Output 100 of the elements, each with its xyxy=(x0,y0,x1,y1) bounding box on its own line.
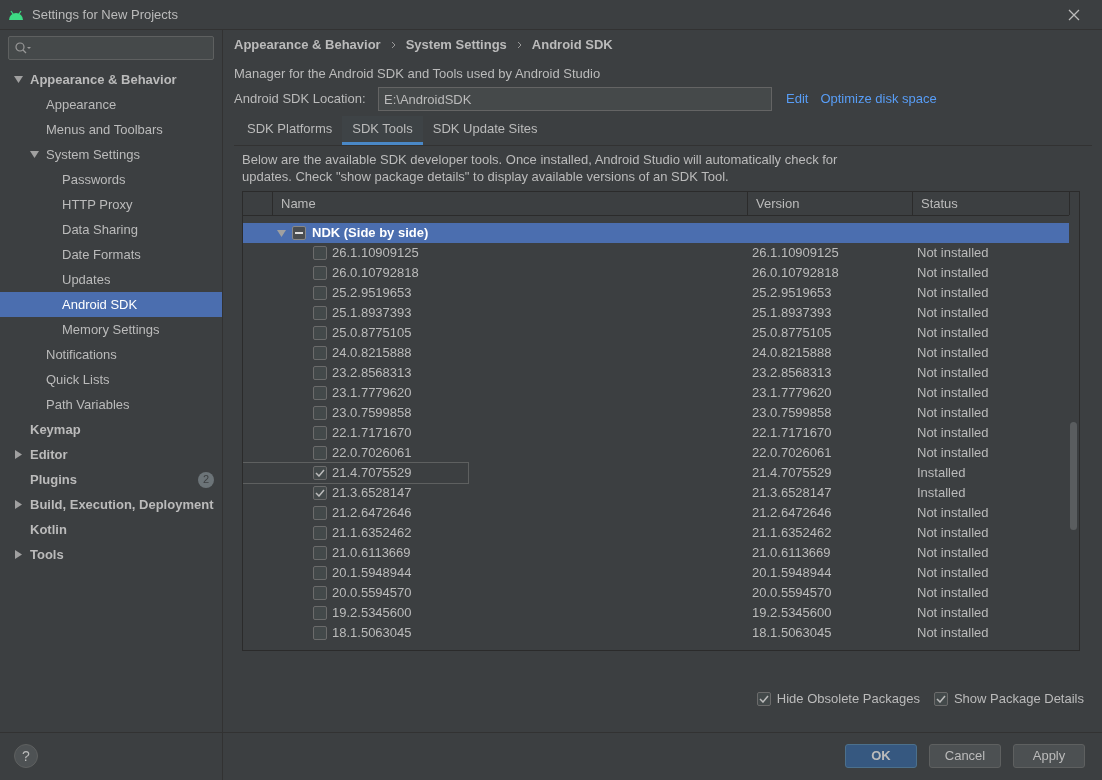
sidebar-item[interactable]: Kotlin xyxy=(0,517,222,542)
dialog-button[interactable]: Apply xyxy=(1013,744,1085,768)
sidebar-item[interactable]: Memory Settings xyxy=(0,317,222,342)
sidebar-item[interactable]: Appearance & Behavior xyxy=(0,67,222,92)
table-cell-text: 21.0.6113669 xyxy=(751,544,832,563)
checkbox[interactable] xyxy=(933,692,948,706)
sidebar-item[interactable]: Appearance xyxy=(0,92,222,117)
checkbox[interactable] xyxy=(313,326,327,340)
table-cell-text: 19.2.5345600 xyxy=(751,604,833,623)
dialog-button[interactable]: OK xyxy=(845,744,917,768)
table-cell-text: Installed xyxy=(916,484,967,503)
checkbox[interactable] xyxy=(313,546,327,560)
checkbox[interactable] xyxy=(313,586,327,600)
table-cell-text: 25.1.8937393 xyxy=(751,304,833,323)
checkbox[interactable] xyxy=(313,386,327,400)
table-cell-text: 20.1.5948944 xyxy=(751,564,833,583)
close-icon[interactable] xyxy=(1068,8,1080,21)
table-cell-text: Not installed xyxy=(916,304,990,323)
table-cell-text: Not installed xyxy=(916,624,990,643)
table-cell-text: 18.1.5063045 xyxy=(751,624,833,643)
link[interactable]: Edit xyxy=(786,89,809,109)
sidebar-item[interactable]: Quick Lists xyxy=(0,367,222,392)
checkbox[interactable] xyxy=(313,426,327,440)
table-cell-text: 22.0.7026061 xyxy=(751,444,833,463)
breadcrumb-item[interactable]: System Settings xyxy=(405,35,507,55)
android-logo-icon xyxy=(8,8,24,21)
checkbox[interactable] xyxy=(292,226,306,240)
column-header[interactable]: Name xyxy=(273,192,748,215)
tab[interactable]: SDK Tools xyxy=(342,116,423,145)
sidebar-item[interactable]: Keymap xyxy=(0,417,222,442)
sidebar-item[interactable]: Date Formats xyxy=(0,242,222,267)
checkbox-label: Show Package Details xyxy=(953,690,1084,709)
sidebar-item[interactable]: Build, Execution, Deployment xyxy=(0,492,222,517)
table-cell-text: Not installed xyxy=(916,584,990,603)
collapse-arrow-icon[interactable] xyxy=(14,550,23,559)
sidebar-item[interactable]: Tools xyxy=(0,542,222,567)
column-header[interactable]: Version xyxy=(748,192,913,215)
checkbox[interactable] xyxy=(313,506,327,520)
checkbox[interactable] xyxy=(313,606,327,620)
checkbox[interactable] xyxy=(313,266,327,280)
tab[interactable]: SDK Platforms xyxy=(237,116,343,145)
checkbox[interactable] xyxy=(313,366,327,380)
sidebar-item[interactable]: Updates xyxy=(0,267,222,292)
sidebar-item[interactable]: Menus and Toolbars xyxy=(0,117,222,142)
table-cell-text: 21.4.7075529 xyxy=(332,464,412,483)
table-cell-text: Not installed xyxy=(916,344,990,363)
table-cell-text: 23.2.8568313 xyxy=(332,364,412,383)
table-row[interactable]: NDK (Side by side) xyxy=(243,223,1069,243)
table-cell-text: 23.1.7779620 xyxy=(332,384,412,403)
sidebar-item[interactable]: System Settings xyxy=(0,142,222,167)
checkbox[interactable] xyxy=(313,446,327,460)
sidebar-item[interactable]: Notifications xyxy=(0,342,222,367)
dialog-button[interactable]: Cancel xyxy=(929,744,1001,768)
checkbox[interactable] xyxy=(313,626,327,640)
table-cell-text: Not installed xyxy=(916,424,990,443)
table-cell-text: 21.2.6472646 xyxy=(751,504,833,523)
checkmark-icon xyxy=(758,695,769,703)
link[interactable]: Optimize disk space xyxy=(820,89,937,109)
sidebar-item[interactable]: HTTP Proxy xyxy=(0,192,222,217)
checkbox[interactable] xyxy=(313,486,327,500)
location-field[interactable]: E:\AndroidSDK xyxy=(378,87,772,111)
table-cell-text: 21.1.6352462 xyxy=(332,524,412,543)
sidebar-item[interactable]: Passwords xyxy=(0,167,222,192)
column-header[interactable]: Status xyxy=(913,192,1070,215)
sidebar-item[interactable]: Android SDK xyxy=(0,292,222,317)
table-cell-text: 25.2.9519653 xyxy=(332,284,412,303)
checkbox[interactable] xyxy=(313,526,327,540)
table-cell-text: Not installed xyxy=(916,244,990,263)
table-cell-text: Not installed xyxy=(916,504,990,523)
collapse-arrow-icon[interactable] xyxy=(14,500,23,509)
checkbox[interactable] xyxy=(313,346,327,360)
sidebar-item[interactable]: Editor xyxy=(0,442,222,467)
checkbox[interactable] xyxy=(313,406,327,420)
checkbox[interactable] xyxy=(313,566,327,580)
table-cell-text: 26.0.10792818 xyxy=(332,264,419,283)
expand-arrow-icon[interactable] xyxy=(30,150,39,159)
table-cell-text: 26.1.10909125 xyxy=(332,244,419,263)
table-cell-text: 25.0.8775105 xyxy=(751,324,833,343)
expand-arrow-icon[interactable] xyxy=(14,75,23,84)
checkbox[interactable] xyxy=(313,466,327,480)
checkbox[interactable] xyxy=(313,286,327,300)
table-cell-text: 22.0.7026061 xyxy=(332,444,412,463)
checkbox[interactable] xyxy=(313,306,327,320)
sidebar-item[interactable]: Path Variables xyxy=(0,392,222,417)
table-cell-text: 21.1.6352462 xyxy=(751,524,833,543)
table-cell-text: 23.0.7599858 xyxy=(751,404,833,423)
tab[interactable]: SDK Update Sites xyxy=(422,116,548,145)
location-label: Android SDK Location: xyxy=(234,90,367,109)
table-cell-text: 26.0.10792818 xyxy=(751,264,840,283)
checkbox[interactable] xyxy=(313,246,327,260)
table-cell-text: Not installed xyxy=(916,364,990,383)
breadcrumb-item[interactable]: Android SDK xyxy=(531,35,613,55)
checkmark-icon xyxy=(935,695,946,703)
search-field[interactable] xyxy=(8,36,214,60)
checkbox[interactable] xyxy=(756,692,771,706)
breadcrumb-item[interactable]: Appearance & Behavior xyxy=(234,35,381,55)
table-cell-text: Not installed xyxy=(916,604,990,623)
expand-arrow-icon[interactable] xyxy=(277,228,286,238)
collapse-arrow-icon[interactable] xyxy=(14,450,23,459)
sidebar-item[interactable]: Data Sharing xyxy=(0,217,222,242)
